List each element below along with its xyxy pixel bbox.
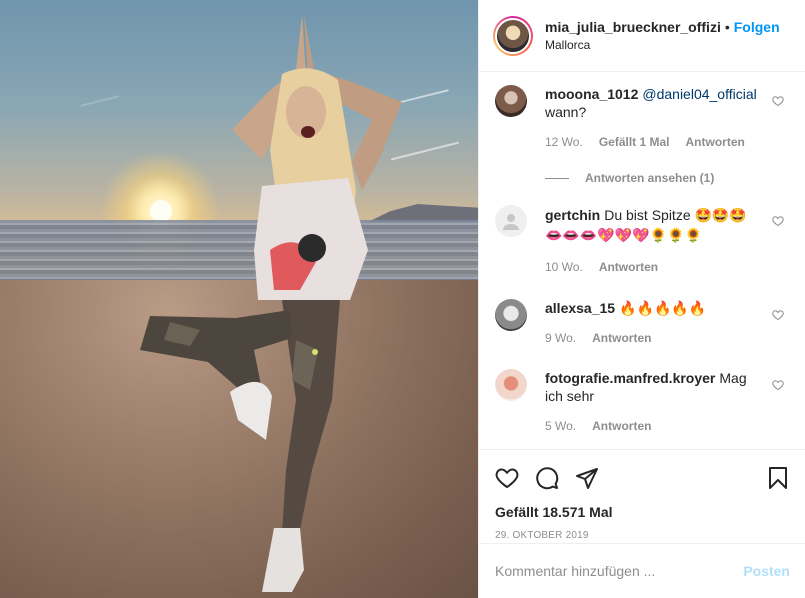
like-comment-heart-icon[interactable] (772, 379, 784, 391)
reply-button[interactable]: Antworten (592, 329, 651, 347)
comment-likes[interactable]: Gefällt 1 Mal (599, 133, 670, 151)
comment-username[interactable]: allexsa_15 (545, 300, 615, 316)
share-icon[interactable] (575, 466, 599, 490)
follow-button[interactable]: Folgen (734, 19, 780, 35)
comment-age[interactable]: 12 Wo. (545, 133, 583, 151)
post-side-panel: mia_julia_brueckner_offizi • Folgen Mallor… (478, 0, 805, 598)
comment-username[interactable]: gertchin (545, 207, 600, 223)
post-photo[interactable] (0, 0, 478, 598)
view-replies-button[interactable]: Antworten ansehen (1) (545, 171, 790, 185)
commenter-avatar[interactable] (495, 369, 527, 401)
commenter-avatar[interactable] (495, 205, 527, 237)
comment-composer: Posten (479, 543, 805, 598)
comment-text: wann? (545, 104, 587, 120)
comment-item: gertchin Du bist Spitze 🤩🤩🤩 👄👄👄💖💖💖🌻🌻🌻 10 … (495, 205, 790, 277)
post-date[interactable]: 29. OKTOBER 2019 (495, 530, 790, 541)
comment-age[interactable]: 9 Wo. (545, 329, 576, 347)
bookmark-icon[interactable] (766, 466, 790, 490)
comment-text: 🔥🔥🔥🔥🔥 (619, 300, 707, 316)
comment-mention[interactable]: @daniel04_official (642, 86, 756, 102)
woman-yoga-pose (140, 14, 402, 592)
heart-icon[interactable] (495, 466, 519, 490)
like-comment-heart-icon[interactable] (772, 309, 784, 321)
author-avatar[interactable] (493, 15, 533, 56)
reply-button[interactable]: Antworten (599, 257, 658, 277)
commenter-avatar[interactable] (495, 85, 527, 117)
comment-list[interactable]: mooona_1012 @daniel04_official wann? 12 W… (479, 73, 805, 449)
like-comment-heart-icon[interactable] (772, 215, 784, 227)
comment-age[interactable]: 10 Wo. (545, 257, 583, 277)
view-replies-label: Antworten ansehen (1) (585, 171, 715, 185)
like-comment-heart-icon[interactable] (772, 95, 784, 107)
comment-age[interactable]: 5 Wo. (545, 417, 576, 435)
reply-button[interactable]: Antworten (592, 417, 651, 435)
post-comment-button[interactable]: Posten (743, 563, 790, 579)
comment-item: fotografie.manfred.kroyer Mag ich sehr 5 … (495, 369, 790, 435)
like-count[interactable]: Gefällt 18.571 Mal (495, 504, 790, 520)
comment-username[interactable]: fotografie.manfred.kroyer (545, 370, 715, 386)
header-separator: • (724, 18, 730, 35)
reply-button[interactable]: Antworten (686, 133, 745, 151)
default-user-icon (503, 214, 519, 230)
commenter-avatar[interactable] (495, 299, 527, 331)
author-username[interactable]: mia_julia_brueckner_offizi (545, 19, 721, 35)
replies-divider (545, 177, 569, 179)
post-location[interactable]: Mallorca (545, 36, 780, 54)
comment-input[interactable] (495, 563, 744, 579)
comment-item: allexsa_15 🔥🔥🔥🔥🔥 9 Wo. Antworten (495, 299, 790, 347)
post-header: mia_julia_brueckner_offizi • Folgen Mallor… (479, 0, 805, 72)
comment-username[interactable]: mooona_1012 (545, 86, 638, 102)
comment-item: mooona_1012 @daniel04_official wann? 12 W… (495, 85, 790, 151)
comment-icon[interactable] (535, 466, 559, 490)
post-actions: Gefällt 18.571 Mal 29. OKTOBER 2019 (479, 449, 805, 541)
